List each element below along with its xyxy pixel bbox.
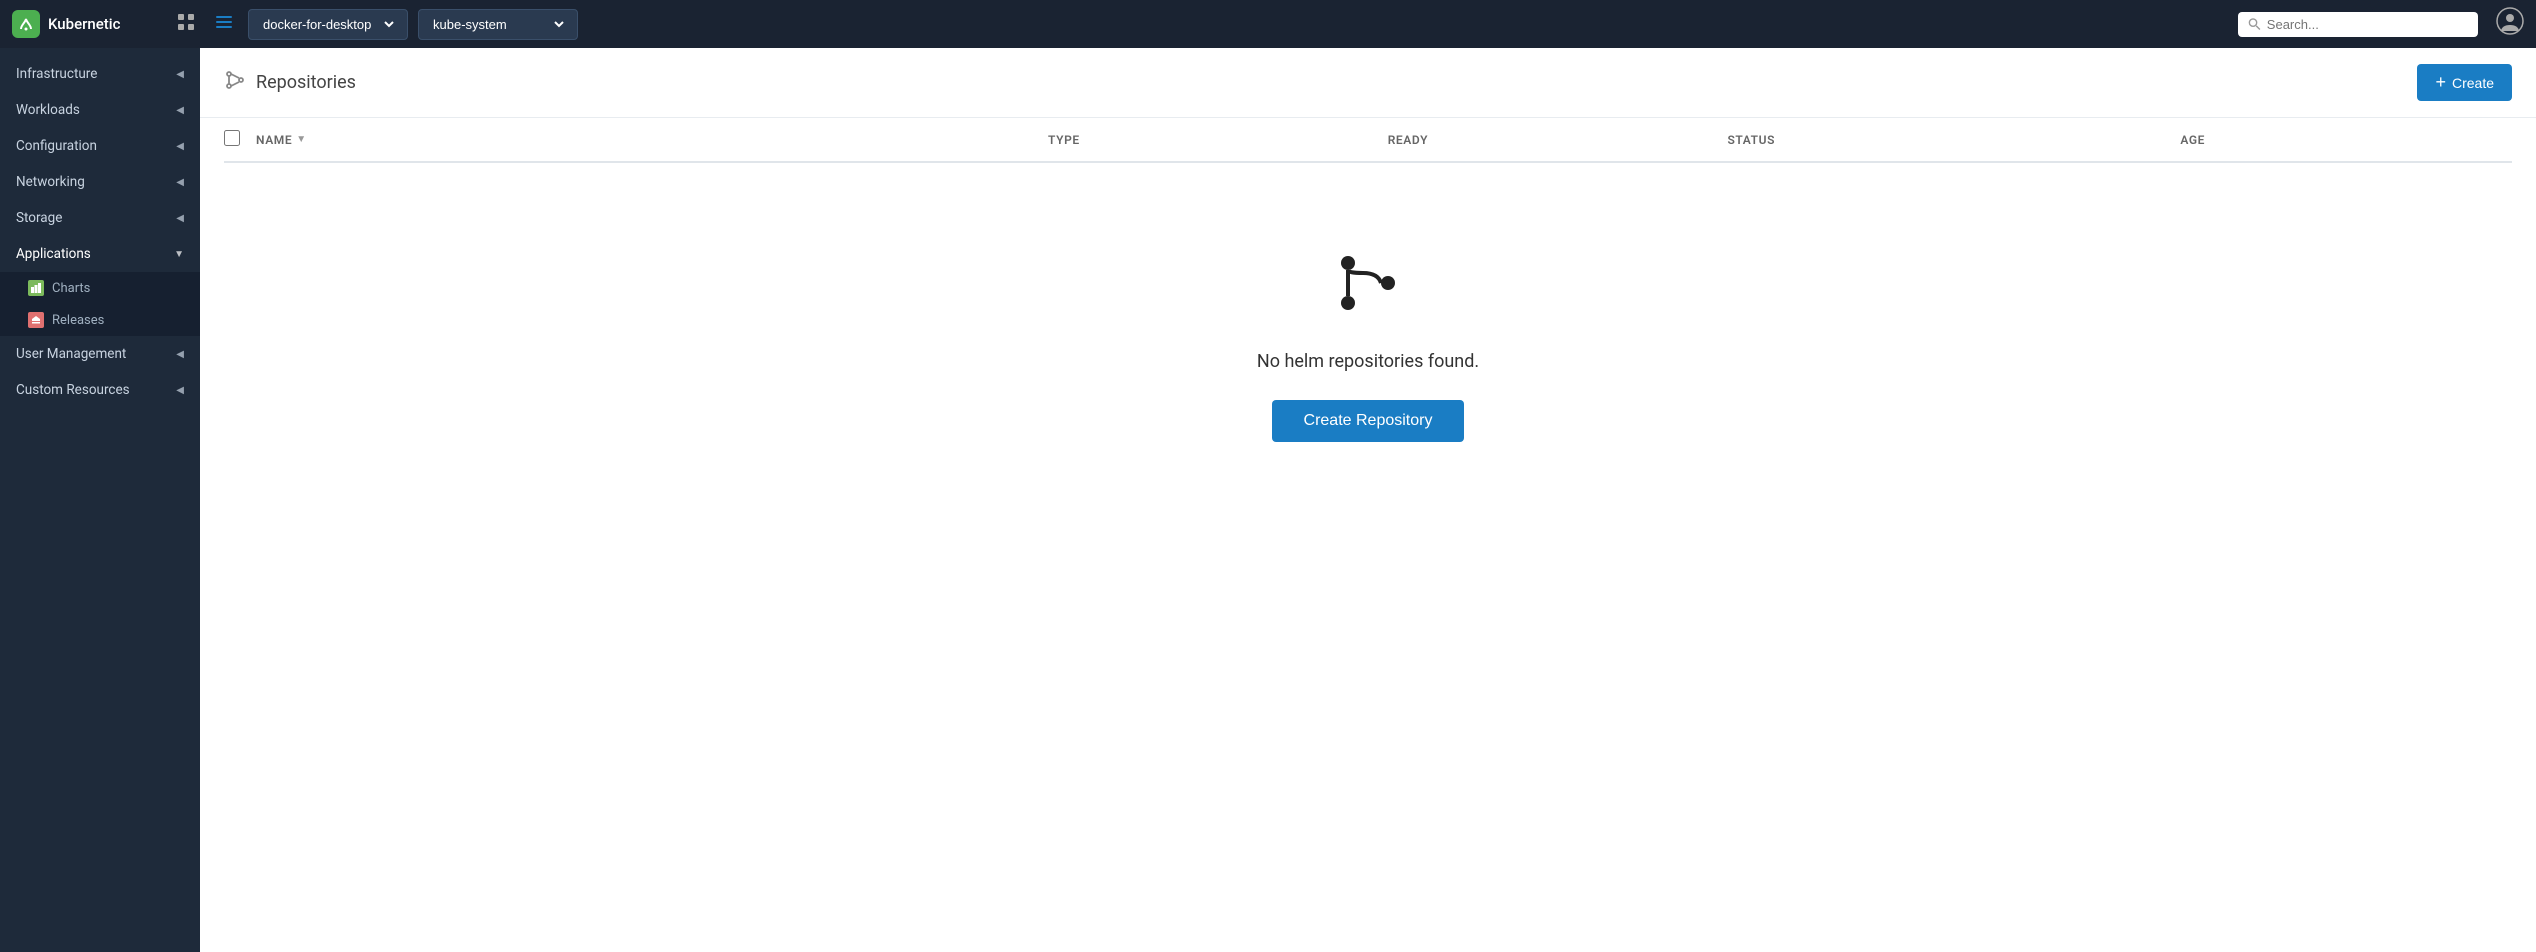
chevron-right-icon: ◀ xyxy=(176,141,184,152)
sidebar-item-networking[interactable]: Networking ◀ xyxy=(0,164,200,200)
search-container xyxy=(2238,12,2478,37)
charts-icon xyxy=(28,280,44,296)
charts-label: Charts xyxy=(52,281,90,296)
col-header-type: TYPE xyxy=(1040,118,1380,162)
cluster-select[interactable]: docker-for-desktop minikube production xyxy=(259,16,397,33)
sidebar-item-applications[interactable]: Applications ▼ xyxy=(0,236,200,272)
select-all-checkbox[interactable] xyxy=(224,130,240,146)
sidebar-label-infrastructure: Infrastructure xyxy=(16,66,97,82)
title-row: Repositories xyxy=(224,69,356,96)
sidebar-label-configuration: Configuration xyxy=(16,138,97,154)
empty-state: No helm repositories found. Create Repos… xyxy=(224,163,2512,522)
sidebar-label-applications: Applications xyxy=(16,246,91,262)
table-header-row: NAME ▼ TYPE READY STATUS AGE xyxy=(224,118,2512,162)
plus-icon: + xyxy=(2435,72,2446,93)
create-repository-label: Create Repository xyxy=(1304,412,1433,429)
sidebar-item-storage[interactable]: Storage ◀ xyxy=(0,200,200,236)
sort-icon[interactable]: ▼ xyxy=(296,134,307,145)
col-name-label: NAME xyxy=(256,133,292,147)
search-icon xyxy=(2248,17,2261,31)
topbar: Kubernetic docker-for-desktop minikube p… xyxy=(0,0,2536,48)
repositories-table: NAME ▼ TYPE READY STATUS AGE xyxy=(224,118,2512,163)
releases-icon xyxy=(28,312,44,328)
search-input[interactable] xyxy=(2267,17,2468,32)
sidebar-item-configuration[interactable]: Configuration ◀ xyxy=(0,128,200,164)
empty-state-icon xyxy=(1328,243,1408,327)
sidebar-label-user-management: User Management xyxy=(16,346,126,362)
applications-submenu: Charts Releases xyxy=(0,272,200,336)
repository-icon xyxy=(224,69,246,96)
sidebar-item-releases[interactable]: Releases xyxy=(0,304,200,336)
table-container: NAME ▼ TYPE READY STATUS AGE xyxy=(200,118,2536,952)
sidebar-item-workloads[interactable]: Workloads ◀ xyxy=(0,92,200,128)
create-button-label: Create xyxy=(2452,75,2494,91)
page-header: Repositories + Create xyxy=(200,48,2536,118)
sidebar-item-user-management[interactable]: User Management ◀ xyxy=(0,336,200,372)
col-header-name: NAME ▼ xyxy=(248,118,1040,162)
chevron-down-icon: ▼ xyxy=(174,249,184,260)
namespace-select[interactable]: kube-system default kube-public xyxy=(429,16,567,33)
sidebar-label-storage: Storage xyxy=(16,210,62,226)
create-repository-button[interactable]: Create Repository xyxy=(1272,400,1465,442)
cluster-dropdown[interactable]: docker-for-desktop minikube production xyxy=(248,9,408,40)
chevron-right-icon: ◀ xyxy=(176,385,184,396)
empty-state-message: No helm repositories found. xyxy=(1257,351,1479,372)
user-avatar[interactable] xyxy=(2496,7,2524,41)
chevron-right-icon: ◀ xyxy=(176,213,184,224)
chevron-right-icon: ◀ xyxy=(176,177,184,188)
page-title: Repositories xyxy=(256,72,356,93)
apps-grid-icon[interactable] xyxy=(172,12,200,37)
col-header-status: STATUS xyxy=(1719,118,2172,162)
sidebar-label-workloads: Workloads xyxy=(16,102,80,118)
sidebar-item-charts[interactable]: Charts xyxy=(0,272,200,304)
main-content: Repositories + Create NAME xyxy=(200,48,2536,952)
namespace-dropdown[interactable]: kube-system default kube-public xyxy=(418,9,578,40)
sidebar-label-networking: Networking xyxy=(16,174,85,190)
sidebar: Infrastructure ◀ Workloads ◀ Configurati… xyxy=(0,48,200,952)
col-header-age: AGE xyxy=(2172,118,2512,162)
logo-icon xyxy=(12,10,40,38)
sidebar-label-custom-resources: Custom Resources xyxy=(16,382,130,398)
chevron-right-icon: ◀ xyxy=(176,349,184,360)
releases-label: Releases xyxy=(52,313,104,328)
app-name: Kubernetic xyxy=(48,15,120,33)
chevron-right-icon: ◀ xyxy=(176,105,184,116)
sidebar-item-infrastructure[interactable]: Infrastructure ◀ xyxy=(0,56,200,92)
list-view-icon[interactable] xyxy=(210,12,238,37)
create-button[interactable]: + Create xyxy=(2417,64,2512,101)
sidebar-item-custom-resources[interactable]: Custom Resources ◀ xyxy=(0,372,200,408)
col-header-ready: READY xyxy=(1380,118,1720,162)
app-logo: Kubernetic xyxy=(12,10,162,38)
chevron-right-icon: ◀ xyxy=(176,69,184,80)
